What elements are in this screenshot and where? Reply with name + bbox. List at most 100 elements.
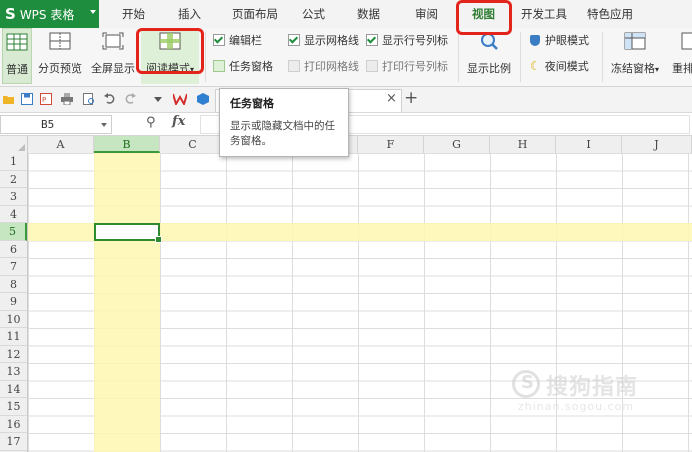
task-pane-checkbox[interactable]: 任务窗格 [213, 58, 273, 74]
watermark-url: zhinan.sogou.com [518, 400, 635, 413]
undo-icon[interactable] [104, 93, 116, 105]
tab-data[interactable]: 数据 [357, 0, 380, 28]
shield-icon [530, 34, 540, 46]
page-break-label: 分页预览 [38, 62, 82, 75]
column-header-i[interactable]: I [556, 136, 622, 153]
eye-protection-label: 护眼模式 [545, 34, 589, 47]
name-box[interactable]: B5 [0, 115, 112, 134]
row-header[interactable]: 9 [0, 293, 27, 311]
ribbon-separator [602, 32, 603, 82]
spreadsheet-grid: A B C D E F G H I J 1 2 3 4 5 6 7 8 9 10… [0, 136, 692, 452]
row-header[interactable]: 16 [0, 416, 27, 433]
night-mode-button[interactable]: ☾ 夜间模式 [530, 58, 589, 74]
select-all-corner[interactable] [0, 136, 28, 153]
normal-view-button[interactable]: 普通 [2, 28, 32, 84]
menu-bar: S WPS 表格 开始 插入 页面布局 公式 数据 审阅 视图 开发工具 特色应… [0, 0, 692, 29]
ribbon-separator [205, 32, 206, 82]
zoom-label: 显示比例 [467, 62, 511, 75]
wps-w-icon[interactable] [173, 93, 187, 105]
column-b-highlight [94, 153, 160, 452]
freeze-panes-button[interactable]: 冻结窗格▾ [606, 28, 664, 84]
app-menu-button[interactable]: S WPS 表格 [0, 0, 99, 28]
checkbox-unchecked [213, 60, 225, 72]
edit-bar-label: 编辑栏 [229, 34, 262, 47]
checkbox-unchecked [288, 60, 300, 72]
task-pane-tooltip: 任务窗格 显示或隐藏文档中的任务窗格。 [219, 88, 349, 157]
column-header-j[interactable]: J [622, 136, 692, 153]
tooltip-body: 显示或隐藏文档中的任务窗格。 [230, 120, 335, 147]
page-break-preview-button[interactable]: 分页预览 [35, 28, 85, 84]
print-gridlines-label: 打印网格线 [304, 60, 359, 73]
close-icon[interactable]: × [386, 91, 397, 106]
tab-special[interactable]: 特色应用 [587, 0, 633, 28]
checkbox-unchecked [366, 60, 378, 72]
show-gridlines-checkbox[interactable]: 显示网格线 [288, 32, 359, 48]
row-header-selected[interactable]: 5 [0, 223, 27, 241]
chevron-down-icon [90, 10, 96, 14]
print-gridlines-checkbox[interactable]: 打印网格线 [288, 58, 359, 74]
fill-handle[interactable] [155, 235, 162, 243]
row-header[interactable]: 14 [0, 381, 27, 398]
fx-icon[interactable]: fx [172, 114, 185, 129]
customize-toolbar-icon[interactable] [152, 93, 164, 105]
active-cell-b5[interactable] [94, 223, 162, 243]
row-header[interactable]: 15 [0, 398, 27, 416]
row-header[interactable]: 17 [0, 433, 27, 451]
row-header[interactable]: 3 [0, 188, 27, 206]
export-pdf-icon[interactable]: P [40, 93, 52, 105]
tab-page-layout[interactable]: 页面布局 [232, 0, 278, 28]
print-icon[interactable] [61, 93, 73, 105]
save-icon[interactable] [21, 93, 33, 105]
row-header[interactable]: 7 [0, 258, 27, 276]
tab-developer[interactable]: 开发工具 [521, 0, 567, 28]
wps-logo-icon: S [5, 5, 16, 23]
rearrange-icon [681, 32, 692, 50]
column-header-a[interactable]: A [28, 136, 94, 153]
app-title: WPS 表格 [19, 7, 75, 22]
ribbon-separator [520, 32, 521, 82]
zoom-button[interactable]: 显示比例 [462, 28, 516, 84]
column-header-h[interactable]: H [490, 136, 556, 153]
tab-home[interactable]: 开始 [122, 0, 145, 28]
row-header[interactable]: 2 [0, 171, 27, 188]
row-header[interactable]: 10 [0, 311, 27, 328]
open-folder-icon[interactable] [3, 93, 15, 105]
full-screen-label: 全屏显示 [91, 62, 135, 75]
ribbon-view: 普通 分页预览 全屏显示 阅读模式▾ 编辑栏 任务窗格 显示网格线 打印网格线 … [0, 28, 692, 87]
row-header[interactable]: 1 [0, 153, 27, 171]
ribbon-separator [458, 32, 459, 82]
print-headings-label: 打印行号列标 [382, 60, 448, 73]
row-header[interactable]: 4 [0, 206, 27, 223]
chevron-down-icon [101, 123, 107, 127]
cell-reference: B5 [41, 118, 55, 131]
column-header-c[interactable]: C [160, 136, 226, 153]
row-header[interactable]: 13 [0, 363, 27, 381]
task-pane-label: 任务窗格 [229, 60, 273, 73]
normal-view-label: 普通 [6, 63, 28, 76]
row-header[interactable]: 6 [0, 241, 27, 258]
show-headings-checkbox[interactable]: 显示行号列标 [366, 32, 448, 48]
search-function-icon[interactable]: ⚲ [146, 115, 156, 130]
column-header-f[interactable]: F [358, 136, 424, 153]
row-header[interactable]: 8 [0, 276, 27, 293]
chevron-down-icon: ▾ [654, 65, 659, 74]
redo-icon[interactable] [124, 93, 136, 105]
svg-text:P: P [42, 96, 46, 104]
eye-protection-button[interactable]: 护眼模式 [530, 32, 589, 48]
annotation-box-view-tab [456, 0, 512, 35]
column-header-b[interactable]: B [94, 136, 160, 153]
print-headings-checkbox[interactable]: 打印行号列标 [366, 58, 448, 74]
tab-insert[interactable]: 插入 [178, 0, 201, 28]
cube-icon[interactable] [197, 93, 209, 105]
tab-review[interactable]: 审阅 [415, 0, 438, 28]
row-header[interactable]: 12 [0, 346, 27, 363]
row-header[interactable]: 11 [0, 328, 27, 346]
edit-bar-checkbox[interactable]: 编辑栏 [213, 32, 262, 48]
print-preview-icon[interactable] [83, 93, 95, 105]
rearrange-button[interactable]: 重排 [668, 28, 692, 84]
new-tab-plus-icon[interactable]: + [404, 88, 418, 108]
checkbox-checked [288, 34, 300, 46]
tab-formulas[interactable]: 公式 [302, 0, 325, 28]
column-header-g[interactable]: G [424, 136, 490, 153]
full-screen-button[interactable]: 全屏显示 [88, 28, 138, 84]
